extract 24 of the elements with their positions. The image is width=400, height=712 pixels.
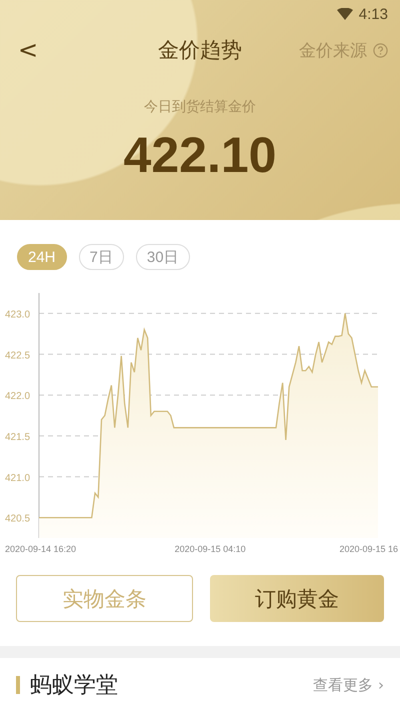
price-caption: 今日到货结算金价 [143,98,257,116]
wifi-icon [336,8,353,20]
more-link[interactable]: 查看更多 › [313,676,384,694]
axis-label: 421.0 [5,472,30,484]
section-marker [16,676,20,694]
range-tab[interactable]: 7日 [78,244,124,270]
axis-label: 2020-09-15 04:10 [174,544,246,554]
help-icon [373,42,388,58]
price-value: 422.10 [122,126,278,184]
section-title: 蚂蚁学堂 [30,672,118,700]
range-tab[interactable]: 30日 [136,244,190,270]
order-button[interactable]: 订购黄金 [210,575,384,622]
range-tab[interactable]: 24H [17,244,67,270]
status-time: 4:13 [358,6,388,22]
back-button[interactable]: < [12,36,44,64]
axis-label: 420.5 [5,514,30,525]
axis-label: 2020-09-14 16:20 [5,544,76,554]
axis-label: 421.5 [5,432,30,443]
page-title: 金价趋势 [158,37,242,64]
physical-bar-button[interactable]: 实物金条 [16,575,192,622]
axis-label: 423.0 [5,309,30,320]
axis-label: 422.5 [5,350,30,362]
axis-label: 2020-09-15 16 [339,544,398,554]
axis-label: 422.0 [5,391,30,402]
